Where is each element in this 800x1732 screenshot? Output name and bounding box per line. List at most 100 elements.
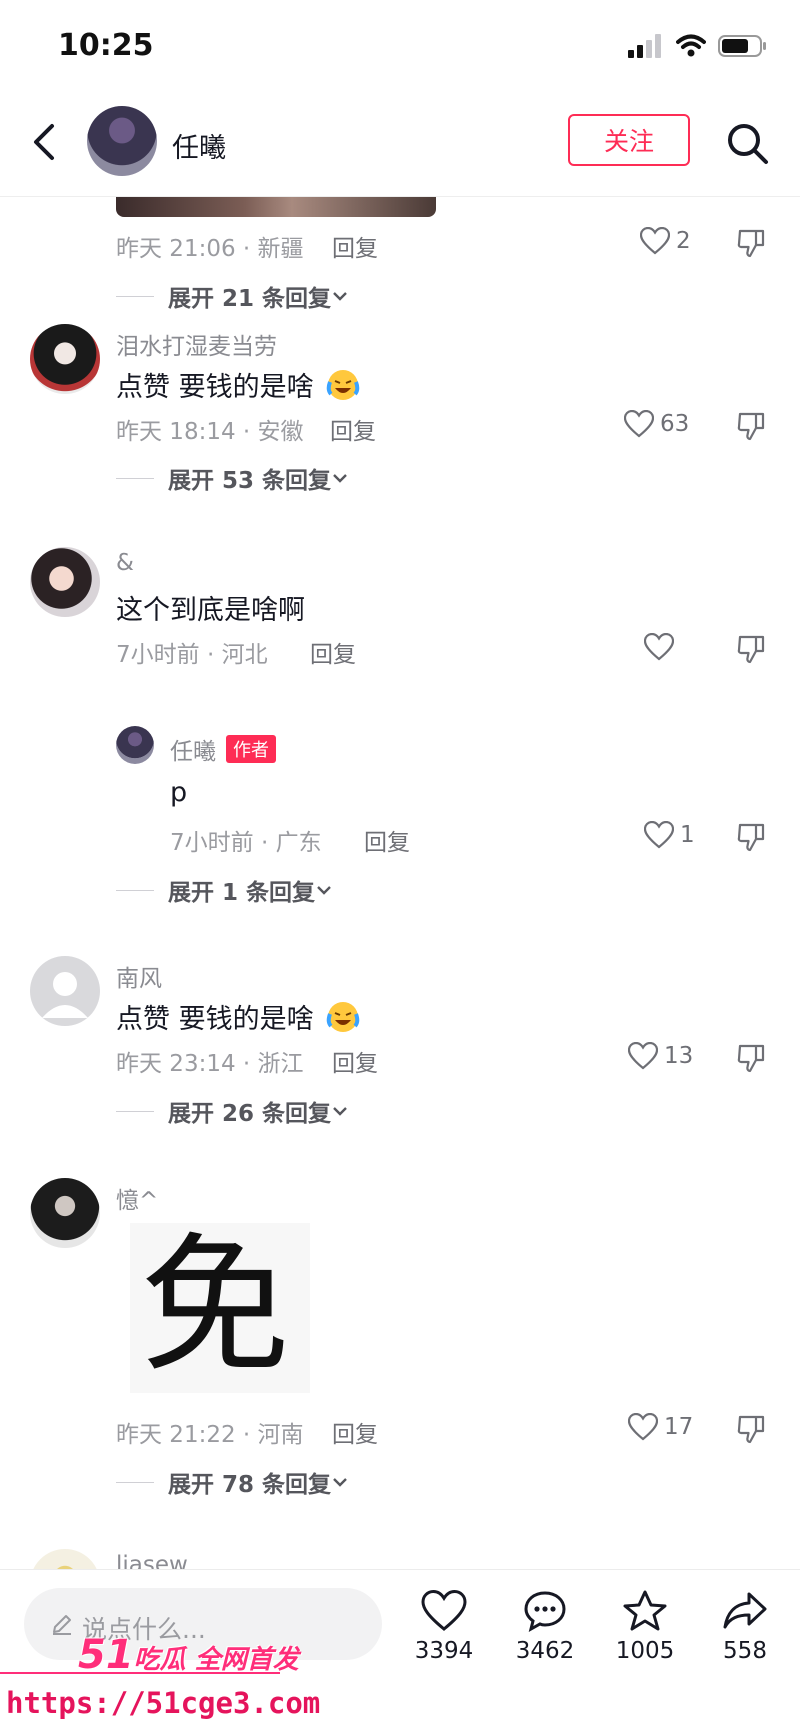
like-button[interactable]: 17: [628, 1413, 693, 1441]
chevron-down-icon: [317, 886, 331, 895]
reply-button[interactable]: 回复: [364, 823, 410, 857]
like-button[interactable]: [644, 633, 680, 661]
dislike-icon[interactable]: [736, 821, 768, 853]
share-button[interactable]: 558: [697, 1590, 793, 1664]
comment-image-thumbnail[interactable]: [116, 197, 436, 217]
comment-meta: 7小时前 · 河北: [116, 642, 268, 668]
dislike-icon[interactable]: [736, 633, 768, 665]
expand-replies[interactable]: 展开 1 条回复: [116, 873, 333, 907]
heart-icon: [644, 633, 674, 661]
reply-username[interactable]: 任曦: [170, 732, 216, 766]
watermark-number: 51: [78, 1632, 134, 1678]
share-arrow-icon: [723, 1592, 767, 1629]
default-user-icon: [42, 972, 88, 1018]
laugh-cry-emoji-icon: [326, 1002, 360, 1032]
follow-button[interactable]: 关注: [568, 114, 690, 166]
comment-text: 点赞 要钱的是啥: [116, 365, 360, 404]
chevron-down-icon: [333, 1478, 347, 1487]
dislike-icon[interactable]: [736, 227, 768, 259]
heart-icon: [421, 1589, 467, 1631]
comment-bubble-icon: [524, 1591, 566, 1632]
author-badge: 作者: [226, 735, 276, 763]
like-count: 1: [680, 822, 695, 848]
reply-button[interactable]: 回复: [332, 1044, 378, 1078]
search-icon[interactable]: [724, 120, 770, 166]
dislike-icon[interactable]: [736, 1413, 768, 1445]
heart-icon: [624, 410, 654, 438]
reply-button[interactable]: 回复: [330, 412, 376, 446]
like-count: 2: [676, 228, 691, 254]
expand-replies[interactable]: 展开 78 条回复: [116, 1465, 349, 1499]
heart-icon: [644, 821, 674, 849]
comment-username[interactable]: 憶^: [116, 1181, 158, 1215]
pencil-icon: [53, 1615, 71, 1635]
header-username[interactable]: 任曦: [172, 126, 226, 165]
heart-icon: [628, 1413, 658, 1441]
reply-button[interactable]: 回复: [310, 635, 356, 669]
reply-button[interactable]: 回复: [332, 229, 378, 263]
comment-meta: 昨天 23:14 · 浙江: [116, 1051, 304, 1077]
expand-replies[interactable]: 展开 53 条回复: [116, 461, 349, 495]
comment-text: 这个到底是啥啊: [116, 595, 305, 626]
comment-meta: 昨天 18:14 · 安徽: [116, 419, 304, 445]
like-count: 13: [664, 1043, 694, 1069]
comment-total: 3462: [515, 1638, 575, 1664]
signal-icon: [628, 34, 661, 58]
like-total: 3394: [414, 1638, 474, 1664]
comment-username[interactable]: liasew: [116, 1552, 188, 1569]
chevron-down-icon: [333, 474, 347, 483]
comment-text-content: 点赞 要钱的是啥: [116, 1004, 314, 1035]
avatar[interactable]: [30, 547, 100, 617]
like-video-button[interactable]: 3394: [396, 1589, 492, 1664]
comment-username[interactable]: 南风: [116, 959, 162, 993]
back-arrow-icon[interactable]: [28, 120, 64, 164]
comment-meta: 昨天 21:06 · 新疆: [116, 236, 304, 262]
sticker-glyph: 免: [140, 1220, 291, 1394]
reply-avatar[interactable]: [116, 726, 154, 764]
comments-button[interactable]: 3462: [497, 1590, 593, 1664]
wifi-icon: [676, 34, 706, 57]
comment-username[interactable]: &: [116, 550, 134, 576]
expand-replies-label: 展开 26 条回复: [168, 1101, 332, 1127]
avatar-default[interactable]: [30, 956, 100, 1026]
like-count: 63: [660, 411, 690, 437]
header-bar: 任曦 关注: [0, 90, 800, 197]
avatar[interactable]: [30, 1549, 100, 1569]
chevron-down-icon: [333, 1107, 347, 1116]
status-time: 10:25: [58, 28, 154, 63]
chevron-down-icon: [333, 292, 347, 301]
comment-username[interactable]: 泪水打湿麦当劳: [116, 327, 277, 361]
expand-replies-label: 展开 53 条回复: [168, 468, 332, 494]
comment-text-content: 点赞 要钱的是啥: [116, 372, 314, 403]
watermark-text: 吃瓜 全网首发: [133, 1645, 299, 1675]
favorite-total: 1005: [615, 1638, 675, 1664]
header-avatar[interactable]: [87, 106, 157, 176]
comment-text: 点赞 要钱的是啥: [116, 997, 360, 1036]
laugh-cry-emoji-icon: [326, 370, 360, 400]
battery-icon: [718, 35, 766, 57]
dislike-icon[interactable]: [736, 410, 768, 442]
expand-replies[interactable]: 展开 26 条回复: [116, 1094, 349, 1128]
status-icons: [628, 34, 768, 58]
expand-replies-label: 展开 1 条回复: [168, 880, 316, 906]
like-button[interactable]: 2: [640, 227, 691, 255]
heart-icon: [628, 1042, 658, 1070]
dislike-icon[interactable]: [736, 1042, 768, 1074]
heart-icon: [640, 227, 670, 255]
reply-text: p: [170, 777, 188, 808]
like-button[interactable]: 63: [624, 410, 689, 438]
reply-button[interactable]: 回复: [332, 1415, 378, 1449]
like-button[interactable]: 13: [628, 1042, 693, 1070]
share-total: 558: [723, 1638, 767, 1664]
like-count: 17: [664, 1414, 694, 1440]
watermark-url: https://51cge3.com: [6, 1686, 321, 1720]
expand-replies-label: 展开 21 条回复: [168, 286, 332, 312]
watermark-logo: 51吃瓜 全网首发: [78, 1632, 299, 1678]
comment-meta: 昨天 21:22 · 河南: [116, 1422, 304, 1448]
favorite-button[interactable]: 1005: [597, 1590, 693, 1664]
comment-list[interactable]: 昨天 21:06 · 新疆 回复 2 展开 21 条回复 泪水打湿麦当劳 点赞 …: [0, 197, 800, 1569]
avatar[interactable]: [30, 1178, 100, 1248]
avatar[interactable]: [30, 324, 100, 394]
expand-replies[interactable]: 展开 21 条回复: [116, 279, 349, 313]
like-button[interactable]: 1: [644, 821, 695, 849]
